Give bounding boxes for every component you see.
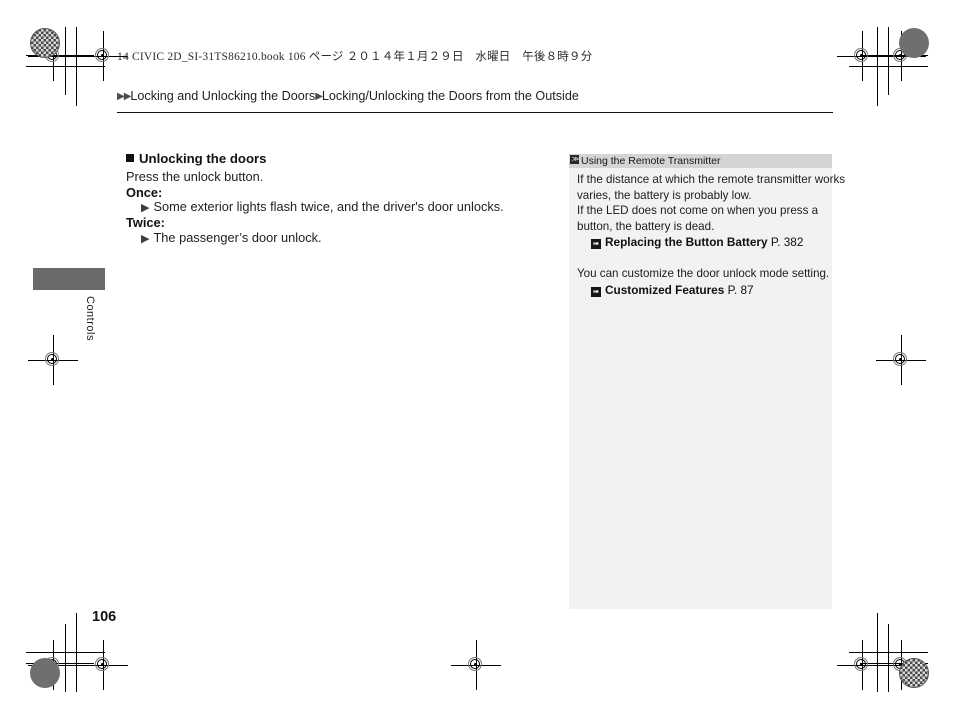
crop-line [877, 27, 878, 106]
breadcrumb-separator-arrow-icon: ▶ [315, 91, 323, 102]
cross-reference-link[interactable]: ➠ Customized Features P. 87 [577, 282, 827, 299]
item-text-once-label: Some exterior lights flash twice, and th… [153, 199, 504, 214]
registration-mark [78, 31, 128, 81]
cross-reference-title: Customized Features [605, 282, 725, 297]
info-panel-header-title: Using the Remote Transmitter [581, 155, 721, 167]
registration-mark [837, 640, 887, 690]
triangle-bullet-icon: ▶ [141, 202, 150, 214]
square-bullet-icon [126, 154, 134, 162]
cross-reference-page: P. 382 [770, 235, 804, 250]
breadcrumb: ▶▶Locking and Unlocking the Doors▶Lockin… [117, 89, 833, 103]
color-calibration-blob [30, 658, 60, 688]
page-number: 106 [92, 609, 117, 625]
breadcrumb-level-1[interactable]: Locking and Unlocking the Doors [130, 89, 315, 103]
registration-mark [837, 31, 887, 81]
registration-mark [876, 335, 926, 385]
manual-page: 14 CIVIC 2D_SI-31TS86210.book 106 ページ ２０… [0, 0, 954, 718]
chapter-tab-label: Controls [84, 296, 96, 341]
cross-reference-page: P. 87 [727, 282, 754, 297]
chapter-tab-marker [33, 268, 105, 290]
item-text-once: ▶ Some exterior lights flash twice, and t… [141, 199, 504, 214]
color-calibration-blob [899, 658, 929, 688]
item-text-twice: ▶ The passenger’s door unlock. [141, 230, 322, 245]
info-paragraph-line: You can customize the door unlock mode s… [577, 267, 830, 281]
info-paragraph-line: button, the battery is dead. [577, 219, 715, 233]
jump-arrow-icon: ➠ [591, 286, 601, 297]
breadcrumb-level-2[interactable]: Locking/Unlocking the Doors from the Out… [322, 89, 579, 103]
print-header: 14 CIVIC 2D_SI-31TS86210.book 106 ページ ２０… [117, 51, 593, 63]
registration-mark [78, 640, 128, 690]
triangle-bullet-icon: ▶ [141, 233, 150, 245]
crop-line [76, 27, 77, 106]
cross-reference-title: Replacing the Button Battery [605, 235, 768, 250]
registration-mark [451, 640, 501, 690]
info-paragraph-line: If the LED does not come on when you pre… [577, 204, 819, 218]
breadcrumb-divider [117, 112, 833, 113]
jump-arrow-icon: ➠ [591, 239, 601, 250]
color-calibration-blob [30, 28, 60, 58]
info-paragraph-line: varies, the battery is probably low. [577, 188, 752, 202]
info-panel-header: ≫ Using the Remote Transmitter [569, 154, 832, 168]
info-paragraph-line: If the distance at which the remote tran… [577, 173, 846, 186]
item-label-twice: Twice: [126, 215, 165, 230]
registration-mark [28, 335, 78, 385]
crop-line [877, 613, 878, 692]
info-panel: ≫ Using the Remote Transmitter If the dis… [569, 154, 846, 609]
intro-text: Press the unlock button. [126, 169, 264, 184]
color-calibration-blob [899, 28, 929, 58]
crop-line [76, 613, 77, 692]
info-panel-body: If the distance at which the remote tran… [577, 172, 846, 299]
breadcrumb-double-arrow-icon: ▶▶ [117, 91, 131, 102]
section-heading: Unlocking the doors [126, 151, 266, 166]
item-label-once: Once: [126, 185, 163, 200]
item-text-twice-label: The passenger’s door unlock. [153, 230, 322, 245]
section-heading-label: Unlocking the doors [139, 151, 267, 166]
cross-reference-link[interactable]: ➠ Replacing the Button Battery P. 382 [577, 234, 827, 251]
double-chevron-icon: ≫ [570, 155, 579, 164]
